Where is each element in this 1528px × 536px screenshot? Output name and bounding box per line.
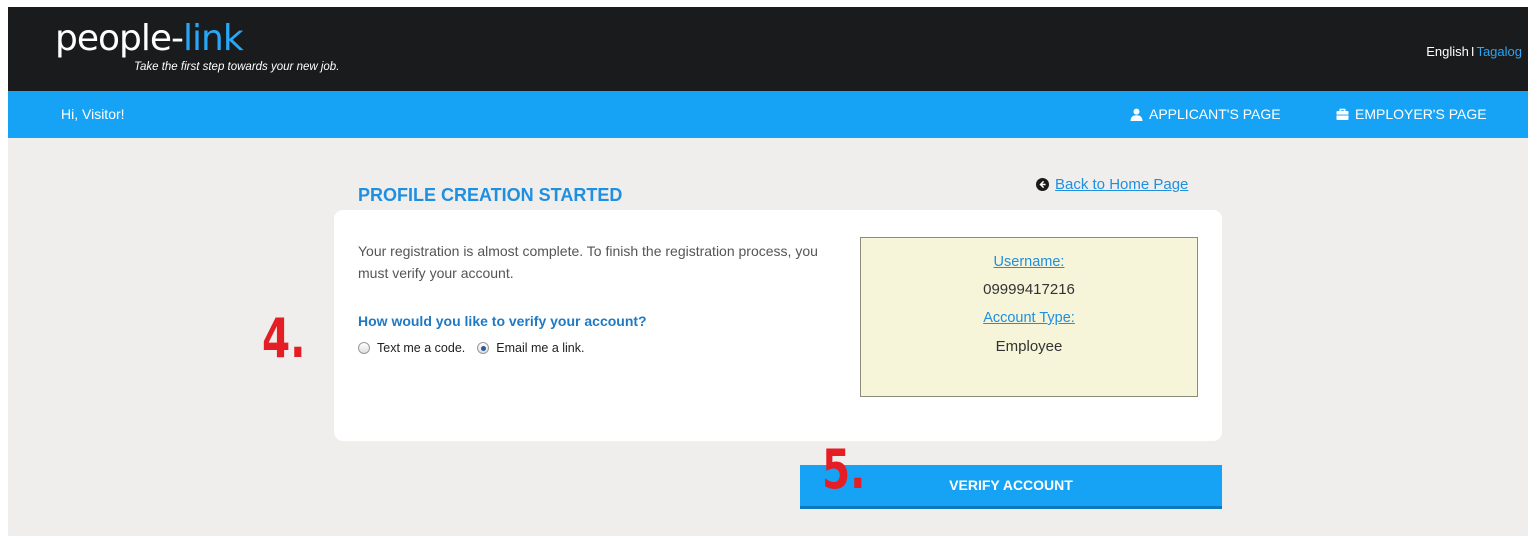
option-email-link-label: Email me a link. (496, 341, 585, 355)
lang-tagalog[interactable]: Tagalog (1476, 44, 1522, 59)
briefcase-icon (1336, 108, 1349, 120)
option-text-code-label: Text me a code. (377, 341, 466, 355)
lang-english[interactable]: English (1426, 44, 1469, 59)
logo-text-people: people- (55, 18, 184, 59)
back-to-home-link[interactable]: Back to Home Page (1036, 176, 1188, 193)
circle-arrow-left-icon (1036, 178, 1049, 191)
username-label[interactable]: Username: (861, 254, 1197, 270)
language-switcher: English I Tagalog (1426, 44, 1522, 59)
applicants-page-label: APPLICANT'S PAGE (1149, 106, 1281, 122)
page-frame: people-link Take the first step towards … (8, 7, 1528, 536)
account-type-value: Employee (995, 338, 1063, 355)
username-value: 09999417216 (983, 281, 1075, 298)
nav-bar: Hi, Visitor! APPLICANT'S PAGE EMPLOYER'S… (8, 91, 1528, 138)
lang-separator: I (1470, 44, 1475, 59)
step-5-annotation: 5. (822, 438, 866, 501)
greeting: Hi, Visitor! (61, 106, 125, 122)
intro-text: Your registration is almost complete. To… (358, 243, 818, 281)
header-bar: people-link Take the first step towards … (8, 7, 1528, 91)
option-text-code[interactable]: Text me a code. (358, 341, 465, 355)
radio-email-link[interactable] (477, 342, 490, 354)
logo[interactable]: people-link (55, 18, 244, 59)
user-icon (1130, 108, 1143, 121)
employers-page-link[interactable]: EMPLOYER'S PAGE (1336, 106, 1487, 122)
verify-options: Text me a code. Email me a link. (358, 341, 596, 355)
option-email-link[interactable]: Email me a link. (477, 341, 584, 355)
step-4-annotation: 4. (262, 307, 306, 370)
back-to-home-label: Back to Home Page (1055, 176, 1189, 193)
page-title: PROFILE CREATION STARTED (358, 185, 623, 205)
radio-text-code[interactable] (358, 342, 370, 354)
tagline: Take the first step towards your new job… (134, 61, 340, 73)
employers-page-label: EMPLOYER'S PAGE (1355, 106, 1487, 122)
registration-card: Your registration is almost complete. To… (334, 210, 1222, 441)
verify-question: How would you like to verify your accoun… (358, 313, 647, 329)
account-type-label[interactable]: Account Type: (861, 310, 1197, 326)
account-info-box: Username: 09999417216 Account Type: Empl… (860, 237, 1198, 397)
logo-text-link: link (183, 18, 244, 59)
applicants-page-link[interactable]: APPLICANT'S PAGE (1130, 106, 1281, 122)
